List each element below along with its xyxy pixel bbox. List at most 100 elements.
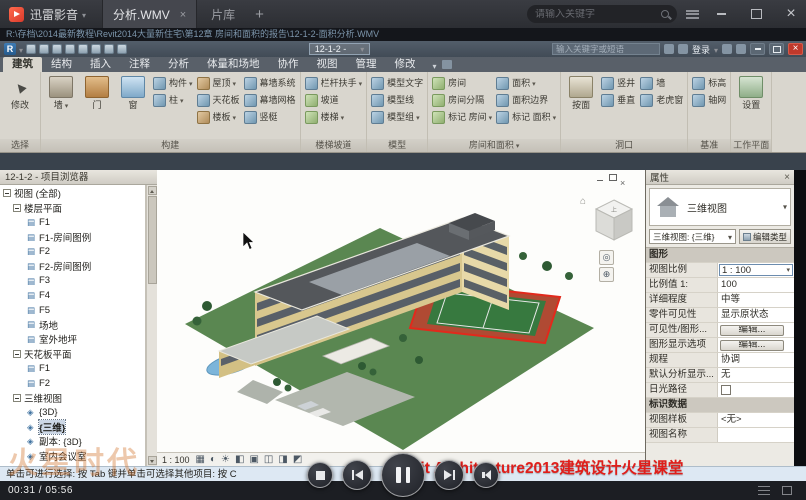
subscription-icon[interactable] bbox=[678, 44, 688, 54]
ribbon-tab[interactable]: 管理 bbox=[347, 57, 386, 72]
play-pause-button[interactable] bbox=[381, 453, 425, 497]
tree-item[interactable]: 场地 bbox=[0, 317, 145, 332]
ceiling-button[interactable]: 天花板 bbox=[196, 92, 241, 109]
fullscreen-icon[interactable] bbox=[782, 486, 792, 495]
view-restore-icon[interactable] bbox=[608, 173, 617, 182]
playlist-icon[interactable] bbox=[758, 486, 770, 495]
panel-label-room-area[interactable]: 房间和面积 bbox=[428, 139, 560, 152]
scroll-down-icon[interactable] bbox=[148, 456, 157, 465]
ribbon-state-dropdown-icon[interactable] bbox=[433, 56, 437, 74]
tag-area-button[interactable]: 标记 面积 bbox=[495, 109, 557, 126]
drawing-area[interactable] bbox=[157, 170, 645, 452]
close-properties-icon[interactable] bbox=[784, 172, 790, 183]
property-row[interactable]: 图形 bbox=[646, 248, 794, 263]
room-button[interactable]: 房间 bbox=[431, 75, 493, 92]
close-button[interactable] bbox=[778, 0, 804, 28]
type-selector-dropdown-icon[interactable] bbox=[783, 202, 787, 213]
revit-search[interactable] bbox=[552, 43, 660, 55]
tree-item[interactable]: 楼层平面 bbox=[0, 201, 145, 216]
tree-item[interactable]: 室外地坪 bbox=[0, 332, 145, 347]
tree-item[interactable]: {3D} bbox=[0, 405, 145, 420]
revit-search-input[interactable] bbox=[556, 44, 656, 54]
curtain-system-button[interactable]: 幕墙系统 bbox=[243, 75, 297, 92]
property-row[interactable]: 可见性/图形... 编辑... bbox=[646, 323, 794, 338]
property-value[interactable]: <无> bbox=[718, 413, 794, 427]
vertical-opening-button[interactable]: 垂直 bbox=[600, 92, 636, 109]
player-search-input[interactable] bbox=[535, 9, 657, 20]
tree-item[interactable]: 视图 (全部) bbox=[0, 186, 145, 201]
maximize-button[interactable] bbox=[743, 0, 769, 28]
minimize-button[interactable] bbox=[708, 0, 734, 28]
previous-button[interactable] bbox=[342, 460, 372, 490]
selection-filter[interactable]: 三维视图: {三维} bbox=[649, 229, 736, 244]
revit-close-button[interactable] bbox=[788, 43, 803, 55]
view-control-icon[interactable]: ▣ bbox=[249, 453, 258, 467]
property-value[interactable]: 显示原状态 bbox=[718, 308, 794, 322]
undo-icon[interactable] bbox=[65, 44, 75, 54]
new-tab-icon[interactable] bbox=[249, 6, 270, 23]
default-3d-view-icon[interactable] bbox=[117, 44, 127, 54]
tree-item[interactable]: F1-房间图例 bbox=[0, 230, 145, 245]
tree-expand-icon[interactable] bbox=[13, 350, 21, 358]
property-row[interactable]: 比例值 1: 100 bbox=[646, 278, 794, 293]
revit-logo[interactable]: R bbox=[4, 43, 16, 55]
sign-in-dropdown-icon[interactable] bbox=[714, 40, 718, 58]
model-line-button[interactable]: 模型线 bbox=[370, 92, 424, 109]
mullion-button[interactable]: 竖梃 bbox=[243, 109, 297, 126]
zoom-icon[interactable] bbox=[599, 267, 614, 282]
room-separator-button[interactable]: 房间分隔 bbox=[431, 92, 493, 109]
tag-room-button[interactable]: 标记 房间 bbox=[431, 109, 493, 126]
property-value[interactable]: 编辑... bbox=[720, 325, 784, 336]
tree-item[interactable]: F1 bbox=[0, 215, 145, 230]
property-value[interactable] bbox=[718, 428, 794, 442]
view-control-icon[interactable]: ◐ bbox=[210, 453, 216, 467]
save-icon[interactable] bbox=[39, 44, 49, 54]
player-search[interactable] bbox=[527, 5, 677, 23]
tree-item[interactable]: F4 bbox=[0, 288, 145, 303]
redo-icon[interactable] bbox=[78, 44, 88, 54]
area-button[interactable]: 面积 bbox=[495, 75, 557, 92]
tree-item[interactable]: F2-房间图例 bbox=[0, 259, 145, 274]
property-row[interactable]: 图形显示选项 编辑... bbox=[646, 338, 794, 353]
railing-button[interactable]: 栏杆扶手 bbox=[304, 75, 364, 92]
property-value[interactable]: 中等 bbox=[718, 293, 794, 307]
property-row[interactable]: 零件可见性 显示原状态 bbox=[646, 308, 794, 323]
tree-item[interactable]: {三维} bbox=[0, 420, 145, 435]
edit-type-button[interactable]: 编辑类型 bbox=[739, 229, 791, 244]
stair-button[interactable]: 楼梯 bbox=[304, 109, 364, 126]
tree-item[interactable]: F5 bbox=[0, 303, 145, 318]
print-icon[interactable] bbox=[91, 44, 101, 54]
view-close-icon[interactable] bbox=[620, 173, 629, 182]
panel-label-model[interactable]: 模型 bbox=[367, 139, 427, 152]
viewcube-home-icon[interactable] bbox=[580, 196, 586, 207]
view-control-icon[interactable]: ◫ bbox=[264, 453, 273, 467]
app-logo-icon[interactable] bbox=[9, 7, 24, 22]
property-value[interactable] bbox=[718, 383, 794, 397]
exchange-apps-icon[interactable] bbox=[722, 44, 732, 54]
view-control-icon[interactable]: ◧ bbox=[235, 453, 244, 467]
viewcube[interactable]: 上 bbox=[591, 197, 637, 245]
ramp-button[interactable]: 坡道 bbox=[304, 92, 364, 109]
property-row[interactable]: 视图名称 bbox=[646, 428, 794, 443]
property-row[interactable]: 视图样板 <无> bbox=[646, 413, 794, 428]
property-row[interactable]: 标识数据 bbox=[646, 398, 794, 413]
tab-library[interactable]: 片库 bbox=[197, 6, 249, 23]
column-button[interactable]: 柱 bbox=[152, 92, 194, 109]
scroll-up-icon[interactable] bbox=[148, 186, 157, 195]
property-row[interactable]: 日光路径 bbox=[646, 383, 794, 398]
level-button[interactable]: 标高 bbox=[691, 75, 727, 92]
help-icon[interactable] bbox=[736, 44, 746, 54]
panel-label-select[interactable]: 选择 bbox=[0, 139, 40, 152]
tree-expand-icon[interactable] bbox=[13, 204, 21, 212]
ribbon-tab[interactable]: 视图 bbox=[308, 57, 347, 72]
tree-item[interactable]: 天花板平面 bbox=[0, 347, 145, 362]
revit-restore-button[interactable] bbox=[769, 43, 784, 55]
shaft-button[interactable]: 竖井 bbox=[600, 75, 636, 92]
measure-icon[interactable] bbox=[104, 44, 114, 54]
scale-button[interactable]: 1 : 100 bbox=[162, 455, 190, 465]
scrollbar-thumb[interactable] bbox=[148, 196, 157, 284]
sync-icon[interactable] bbox=[52, 44, 62, 54]
tree-item[interactable]: F3 bbox=[0, 274, 145, 289]
app-menu-dropdown-icon[interactable] bbox=[82, 5, 86, 23]
ribbon-tab[interactable]: 修改 bbox=[386, 57, 425, 72]
